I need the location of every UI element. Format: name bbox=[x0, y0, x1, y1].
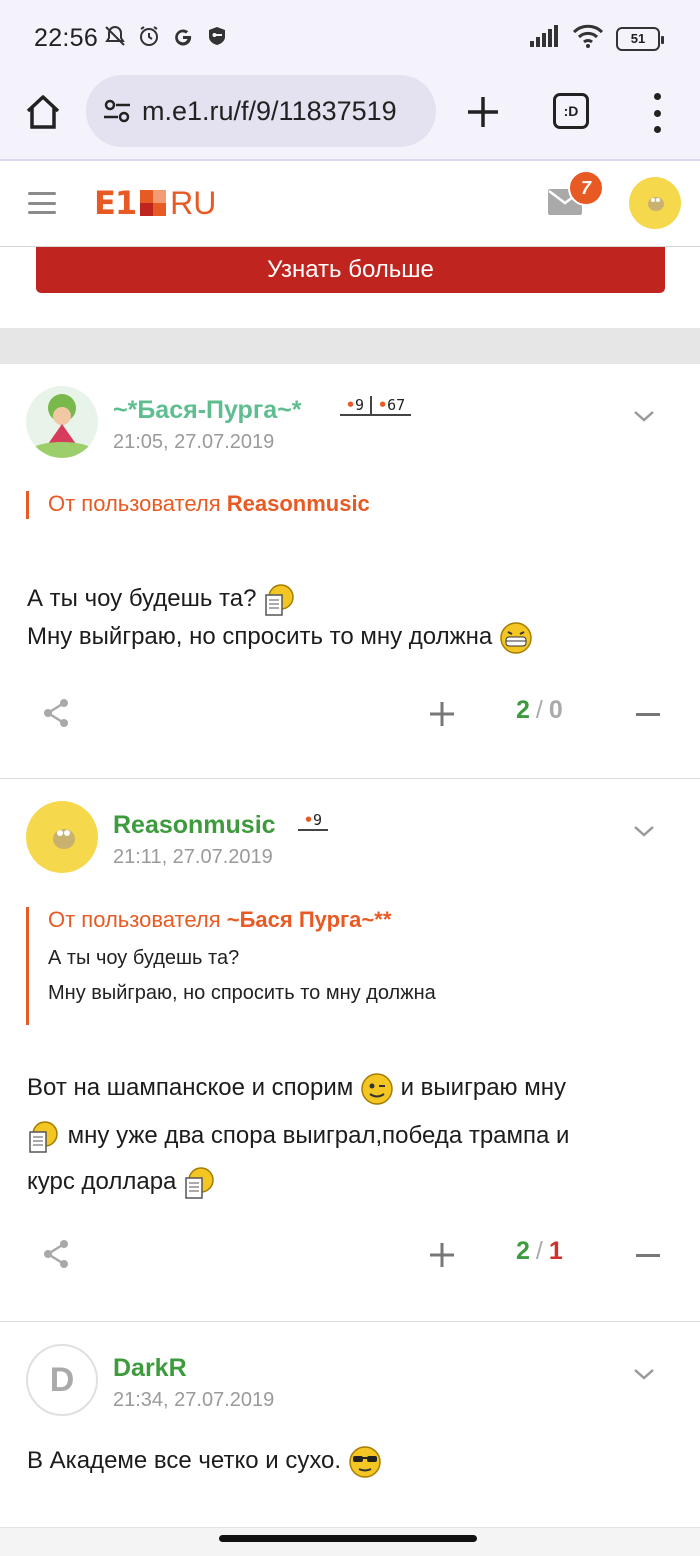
share-icon[interactable] bbox=[42, 698, 70, 728]
logo-e1: E1 bbox=[94, 184, 137, 222]
hamburger-menu-icon[interactable] bbox=[28, 192, 56, 214]
signal-icon bbox=[530, 25, 560, 52]
post-avatar[interactable]: D bbox=[26, 1344, 98, 1416]
post-body-line: Вот на шампанское и спорим bbox=[27, 1074, 354, 1101]
forum-post: D DarkR 21:34, 27.07.2019 В Академе все … bbox=[0, 1322, 700, 1527]
address-bar[interactable]: m.e1.ru/f/9/11837519 bbox=[86, 75, 436, 147]
battery-indicator: 51 bbox=[616, 26, 664, 51]
status-icons-left bbox=[103, 24, 229, 48]
post-avatar[interactable] bbox=[26, 386, 98, 458]
section-divider bbox=[0, 328, 700, 364]
thinking-emoji-icon bbox=[265, 583, 294, 616]
quote-header: От пользователя Reasonmusic bbox=[48, 491, 370, 516]
mute-icon bbox=[103, 24, 127, 48]
vpn-key-icon bbox=[205, 24, 229, 48]
home-icon bbox=[26, 95, 60, 129]
post-actions: 2/1 bbox=[0, 1235, 700, 1275]
site-logo[interactable]: E1 RU bbox=[94, 184, 217, 222]
post-author[interactable]: ~*Бася-Пурга~* bbox=[113, 396, 301, 425]
upvote-plus-icon[interactable] bbox=[428, 1241, 456, 1269]
tab-switcher-button[interactable]: :D bbox=[553, 93, 589, 129]
post-body: В Академе все четко и сухо. bbox=[27, 1438, 680, 1484]
post-body-line: А ты чоу будешь та? bbox=[27, 585, 257, 612]
quote-user-link[interactable]: ~Бася Пурга~** bbox=[227, 907, 392, 932]
post-body-line: Мну выйграю, но спросить то мну должна bbox=[27, 623, 493, 650]
user-avatar[interactable] bbox=[629, 177, 681, 229]
home-button[interactable] bbox=[22, 91, 64, 133]
wink-emoji-icon bbox=[361, 1072, 393, 1105]
post-date: 21:34, 27.07.2019 bbox=[113, 1389, 275, 1411]
chevron-down-icon[interactable] bbox=[632, 819, 656, 843]
chevron-down-icon[interactable] bbox=[632, 404, 656, 428]
post-body-line: и выиграю мну bbox=[400, 1074, 566, 1101]
post-author[interactable]: Reasonmusic bbox=[113, 811, 276, 840]
browser-menu-button[interactable] bbox=[645, 93, 669, 133]
status-time: 22:56 bbox=[34, 24, 99, 52]
plus-icon bbox=[468, 97, 498, 127]
status-icons-right: 51 bbox=[530, 24, 664, 53]
url-text[interactable]: m.e1.ru/f/9/11837519 bbox=[142, 96, 397, 127]
quote-header: От пользователя ~Бася Пурга~** bbox=[48, 907, 392, 932]
quote-line: Мну выйграю, но спросить то мну должна bbox=[48, 982, 436, 1004]
post-body: А ты чоу будешь та? Мну выйграю, но спро… bbox=[27, 576, 680, 660]
mail-badge: 7 bbox=[568, 170, 604, 206]
quote-user-link[interactable]: Reasonmusic bbox=[227, 491, 370, 516]
google-icon bbox=[171, 24, 195, 48]
thinking-emoji-icon bbox=[29, 1120, 58, 1153]
post-author[interactable]: DarkR bbox=[113, 1354, 187, 1383]
learn-more-button[interactable]: Узнать больше bbox=[36, 247, 665, 293]
grin-emoji-icon bbox=[500, 621, 532, 654]
post-actions: 2/0 bbox=[0, 694, 700, 734]
share-icon[interactable] bbox=[42, 1239, 70, 1269]
status-bar: 22:56 51 bbox=[0, 0, 700, 75]
gesture-handle[interactable] bbox=[219, 1535, 477, 1542]
user-rank-badge: •9 •67 bbox=[340, 394, 412, 416]
forum-post: Reasonmusic •9 21:11, 27.07.2019 От поль… bbox=[0, 779, 700, 1321]
post-avatar[interactable] bbox=[26, 801, 98, 873]
logo-ru: RU bbox=[170, 184, 217, 221]
alarm-icon bbox=[137, 24, 161, 48]
browser-toolbar: m.e1.ru/f/9/11837519 :D bbox=[0, 75, 700, 161]
quote-block: От пользователя Reasonmusic bbox=[26, 491, 370, 519]
chevron-down-icon[interactable] bbox=[632, 1362, 656, 1386]
cool-sunglasses-emoji-icon bbox=[349, 1445, 381, 1478]
vote-score: 2/1 bbox=[516, 1237, 563, 1265]
new-tab-button[interactable] bbox=[462, 91, 504, 133]
post-body-line: мну уже два спора выиграл,победа трампа … bbox=[67, 1122, 570, 1149]
quote-block: От пользователя ~Бася Пурга~** А ты чоу … bbox=[26, 907, 436, 1025]
site-settings-icon[interactable] bbox=[102, 96, 132, 126]
thinking-emoji-icon bbox=[185, 1166, 214, 1199]
logo-square-icon bbox=[140, 190, 167, 216]
post-body-line: курс доллара bbox=[27, 1168, 177, 1195]
vote-score: 2/0 bbox=[516, 696, 563, 724]
downvote-minus-icon[interactable] bbox=[636, 713, 660, 716]
upvote-plus-icon[interactable] bbox=[428, 700, 456, 728]
post-date: 21:11, 27.07.2019 bbox=[113, 846, 273, 868]
post-body: Вот на шампанское и спорим и выиграю мну… bbox=[27, 1065, 680, 1205]
post-date: 21:05, 27.07.2019 bbox=[113, 431, 275, 453]
post-body-line: В Академе все четко и сухо. bbox=[27, 1447, 342, 1474]
wifi-icon bbox=[572, 24, 604, 53]
quote-line: А ты чоу будешь та? bbox=[48, 947, 240, 969]
user-rank-badge: •9 bbox=[298, 809, 329, 831]
downvote-minus-icon[interactable] bbox=[636, 1254, 660, 1257]
forum-post: ~*Бася-Пурга~* •9 •67 21:05, 27.07.2019 … bbox=[0, 364, 700, 778]
